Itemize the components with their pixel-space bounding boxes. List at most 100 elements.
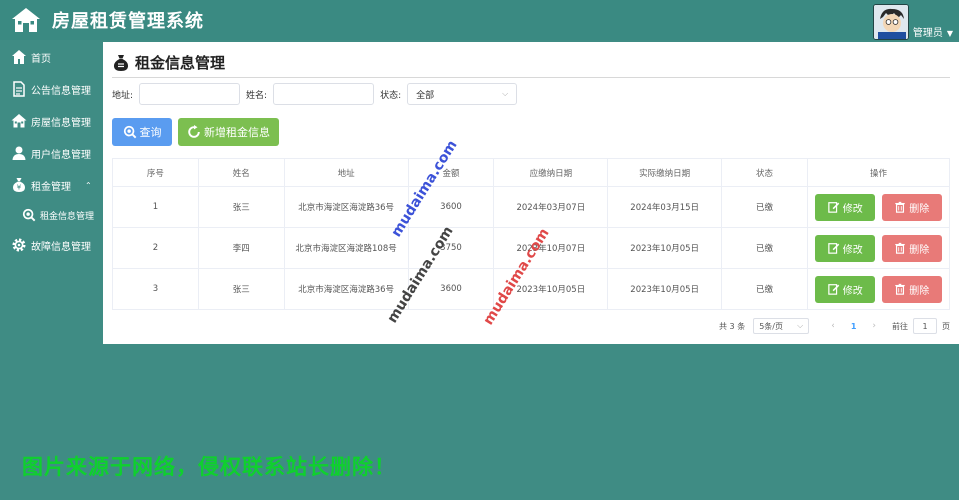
table-cell: 北京市海淀区海淀路36号 xyxy=(283,186,409,228)
search-icon xyxy=(123,125,136,139)
filter-bar: 地址: 姓名: 状态: 全部 ⌵ xyxy=(112,83,518,105)
total-count: 共 3 条 xyxy=(719,321,746,331)
delete-button[interactable]: 删除 xyxy=(881,193,942,221)
sidebar-item-notices[interactable]: 公告信息管理 xyxy=(0,73,103,105)
goto-page-input[interactable]: 1 xyxy=(913,318,937,334)
column-header[interactable]: 应缴纳日期 xyxy=(493,158,609,187)
edit-button[interactable]: 修改 xyxy=(815,234,876,262)
column-header[interactable]: 实际缴纳日期 xyxy=(607,158,723,187)
chevron-up-icon: ⌃ xyxy=(85,180,92,190)
user-menu[interactable]: 管理员 ▼ xyxy=(872,2,953,40)
page-size-value: 5条/页 xyxy=(759,321,783,331)
goto-label: 前往 xyxy=(892,321,908,331)
delete-button[interactable]: 删除 xyxy=(881,275,942,303)
action-bar: 查询 新增租金信息 xyxy=(112,118,279,146)
sidebar-item-label: 租金信息管理 xyxy=(40,211,95,222)
table-cell: 已缴 xyxy=(721,227,808,269)
page-size-select[interactable]: 5条/页 ⌵ xyxy=(753,318,810,334)
prev-page-icon[interactable]: ‹ xyxy=(831,321,835,331)
sidebar-item-label: 房屋信息管理 xyxy=(31,117,91,129)
chevron-down-icon: ⌵ xyxy=(502,89,509,98)
user-name[interactable]: 管理员 xyxy=(913,24,943,39)
app-title: 房屋租赁管理系统 xyxy=(52,11,204,32)
avatar[interactable] xyxy=(872,4,909,40)
edit-button[interactable]: 修改 xyxy=(815,193,876,221)
user-icon xyxy=(12,146,26,160)
trash-icon xyxy=(895,242,905,254)
pagination: 共 3 条 5条/页 ⌵ ‹ 1 › 前往 1 页 xyxy=(719,318,950,334)
document-icon xyxy=(13,81,25,97)
chevron-down-icon: ⌵ xyxy=(797,321,804,330)
house-logo-icon xyxy=(12,8,40,32)
edit-button-label: 修改 xyxy=(842,285,863,297)
status-select-value: 全部 xyxy=(416,90,435,101)
table-cell: 2 xyxy=(112,227,199,269)
sidebar-item-rent[interactable]: ¥ 租金管理 ⌃ xyxy=(0,169,103,201)
table-header-row: 序号 姓名 地址 金额 应缴纳日期 实际缴纳日期 状态 操作 xyxy=(112,158,951,187)
app-header: 房屋租赁管理系统 管理员 ▼ xyxy=(0,0,959,40)
table-cell: 北京市海淀区海淀路36号 xyxy=(283,268,409,310)
query-button-label: 查询 xyxy=(139,126,162,139)
money-bag-icon: ¥ xyxy=(12,178,26,192)
current-page[interactable]: 1 xyxy=(851,322,857,331)
rent-table: 序号 姓名 地址 金额 应缴纳日期 实际缴纳日期 状态 操作 1 张三 北京市海… xyxy=(112,158,951,310)
table-cell: 张三 xyxy=(197,186,285,228)
sidebar-item-faults[interactable]: 故障信息管理 xyxy=(0,229,103,261)
add-rent-button[interactable]: 新增租金信息 xyxy=(178,118,279,146)
delete-button-label: 删除 xyxy=(909,244,930,256)
column-header[interactable]: 状态 xyxy=(721,158,808,187)
column-header[interactable]: 地址 xyxy=(283,158,409,187)
edit-button[interactable]: 修改 xyxy=(815,275,876,303)
sidebar-item-houses[interactable]: 房屋信息管理 xyxy=(0,105,103,137)
next-page-icon[interactable]: › xyxy=(872,321,876,331)
sidebar-item-label: 故障信息管理 xyxy=(31,241,91,253)
sidebar-item-label: 首页 xyxy=(31,53,51,65)
table-cell: 北京市海淀区海淀路108号 xyxy=(283,227,409,269)
house-icon xyxy=(11,114,27,128)
edit-button-label: 修改 xyxy=(842,203,863,215)
page-suffix: 页 xyxy=(942,321,950,331)
table-cell: 2024年03月15日 xyxy=(607,186,723,228)
gear-icon xyxy=(12,238,26,252)
copyright-notice: 图片来源于网络，侵权联系站长删除！ xyxy=(22,455,396,479)
table-cell: 2023年10月05日 xyxy=(607,268,723,310)
operation-cell: 修改 删除 xyxy=(806,186,951,228)
operation-cell: 修改 删除 xyxy=(806,268,951,310)
search-icon xyxy=(22,208,36,222)
sidebar-item-home[interactable]: 首页 xyxy=(0,41,103,73)
operation-cell: 修改 删除 xyxy=(806,227,951,269)
column-header[interactable]: 姓名 xyxy=(197,158,285,187)
sidebar-item-rent-info[interactable]: 租金信息管理 xyxy=(0,201,103,229)
caret-down-icon[interactable]: ▼ xyxy=(947,29,953,38)
svg-text:¥: ¥ xyxy=(17,184,22,192)
address-input[interactable] xyxy=(139,83,241,105)
table-cell: 李四 xyxy=(197,227,285,269)
money-bag-icon xyxy=(113,54,129,71)
refresh-plus-icon xyxy=(188,125,200,138)
table-cell: 3 xyxy=(112,268,199,310)
table-cell: 已缴 xyxy=(721,186,808,228)
column-header[interactable]: 序号 xyxy=(112,158,199,187)
edit-icon xyxy=(827,243,839,254)
sidebar-item-label: 用户信息管理 xyxy=(31,149,91,161)
edit-button-label: 修改 xyxy=(842,244,863,256)
query-button[interactable]: 查询 xyxy=(112,118,172,146)
delete-button-label: 删除 xyxy=(909,203,930,215)
sidebar-item-label: 公告信息管理 xyxy=(31,85,91,97)
avatar-icon xyxy=(873,5,908,39)
delete-button[interactable]: 删除 xyxy=(881,234,942,262)
table-cell: 张三 xyxy=(197,268,285,310)
sidebar-item-users[interactable]: 用户信息管理 xyxy=(0,137,103,169)
status-select[interactable]: 全部 ⌵ xyxy=(407,83,518,105)
main-panel: 租金信息管理 地址: 姓名: 状态: 全部 ⌵ 查询 新增租金信息 序号 姓名 … xyxy=(103,42,959,344)
name-input[interactable] xyxy=(273,83,375,105)
edit-icon xyxy=(827,284,839,295)
table-cell: 2023年10月05日 xyxy=(607,227,723,269)
add-rent-button-label: 新增租金信息 xyxy=(204,126,270,139)
table-cell: 已缴 xyxy=(721,268,808,310)
column-header[interactable]: 操作 xyxy=(806,158,951,187)
table-cell: 1 xyxy=(112,186,199,228)
table-cell: 2024年03月07日 xyxy=(493,186,609,228)
trash-icon xyxy=(895,201,905,213)
address-label: 地址: xyxy=(112,90,134,101)
